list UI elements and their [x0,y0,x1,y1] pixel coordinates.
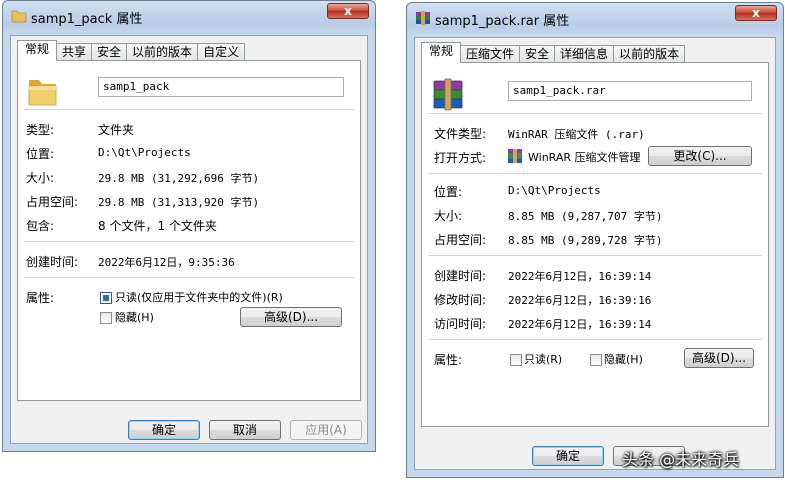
created-label: 创建时间: [26,255,79,269]
readonly-checkbox[interactable] [510,354,522,366]
contains-value: 8 个文件，1 个文件夹 [98,219,217,233]
divider [24,109,354,110]
size-value: 8.85 MB (9,287,707 字节) [508,210,663,223]
tab-customize[interactable]: 自定义 [197,43,246,61]
dialog-body: 常规 共享 安全 以前的版本 自定义 samp1_pack 类型: 文件夹 位置: D:… [10,35,368,444]
folder-icon [11,10,27,23]
archive-name-field[interactable]: samp1_pack.rar [508,81,752,101]
folder-name-field[interactable]: samp1_pack [98,77,344,97]
hidden-checkbox[interactable] [100,312,112,324]
title-bar: samp1_pack.rar 属性 x [407,3,783,33]
attributes-label: 属性: [434,353,463,367]
divider [24,241,354,242]
filetype-label: 文件类型: [434,127,487,141]
tab-strip: 常规 压缩文件 安全 详细信息 以前的版本 [421,42,686,63]
modified-value: 2022年6月12日，16:39:16 [508,294,652,307]
title-bar: samp1_pack 属性 x [3,1,375,31]
disk-size-value: 8.85 MB (9,289,728 字节) [508,234,663,247]
disk-size-label: 占用空间: [26,195,79,209]
change-button[interactable]: 更改(C)... [648,146,752,166]
disk-size-label: 占用空间: [434,233,487,247]
divider [428,339,762,340]
disk-size-value: 29.8 MB (31,313,920 字节) [98,196,260,209]
tab-security[interactable]: 安全 [519,45,556,63]
readonly-label[interactable]: 只读(R) [524,351,562,367]
close-button[interactable]: x [735,5,777,21]
location-label: 位置: [26,147,55,161]
winrar-small-icon [508,149,522,163]
tab-details[interactable]: 详细信息 [554,45,615,63]
window-title: samp1_pack.rar 属性 [435,14,570,29]
tab-archive[interactable]: 压缩文件 [460,45,521,63]
readonly-label[interactable]: 只读(仅应用于文件夹中的文件)(R) [115,289,283,305]
modified-label: 修改时间: [434,293,487,307]
location-value: D:\Qt\Projects [508,184,601,197]
openwith-value: WinRAR 压缩文件管理 [528,151,641,164]
type-value: 文件夹 [98,123,135,137]
created-label: 创建时间: [434,269,487,283]
contains-label: 包含: [26,219,55,233]
attributes-label: 属性: [26,291,55,305]
accessed-value: 2022年6月12日，16:39:14 [508,318,652,331]
advanced-button[interactable]: 高级(D)... [684,348,754,368]
divider [428,173,762,174]
type-label: 类型: [26,123,55,137]
tab-previous-versions[interactable]: 以前的版本 [126,43,199,61]
tab-sharing[interactable]: 共享 [56,43,93,61]
winrar-archive-icon [433,78,463,111]
hidden-label[interactable]: 隐藏(H) [604,351,643,367]
size-label: 大小: [434,209,463,223]
tab-previous-versions[interactable]: 以前的版本 [613,45,686,63]
divider [428,113,762,114]
created-value: 2022年6月12日，16:39:14 [508,270,652,283]
apply-button[interactable]: 应用(A) [290,420,362,440]
location-label: 位置: [434,185,463,199]
size-label: 大小: [26,171,55,185]
tab-general[interactable]: 常规 [421,42,462,63]
winrar-icon [416,11,430,25]
ok-button[interactable]: 确定 [128,420,200,440]
hidden-label[interactable]: 隐藏(H) [115,309,154,325]
openwith-label: 打开方式: [434,151,487,165]
general-panel: samp1_pack.rar 文件类型: WinRAR 压缩文件 (.rar) … [421,62,769,427]
accessed-label: 访问时间: [434,317,487,331]
location-value: D:\Qt\Projects [98,146,191,159]
cancel-button[interactable]: 取消 [209,420,281,440]
archive-properties-window: samp1_pack.rar 属性 x 常规 压缩文件 安全 详细信息 以前的版本 sa… [406,2,784,478]
large-folder-icon [28,80,57,106]
filetype-value: WinRAR 压缩文件 (.rar) [508,128,645,141]
tab-general[interactable]: 常规 [17,40,58,61]
divider [428,255,762,256]
close-button[interactable]: x [327,3,369,19]
window-title: samp1_pack 属性 [31,12,143,27]
dialog-body: 常规 压缩文件 安全 详细信息 以前的版本 samp1_pack.rar 文件类型: W… [414,37,776,470]
readonly-checkbox[interactable] [100,292,112,304]
created-value: 2022年6月12日，9:35:36 [98,256,235,269]
watermark: 头条 @未来奇兵 [622,450,740,469]
general-panel: samp1_pack 类型: 文件夹 位置: D:\Qt\Projects 大小… [17,60,361,401]
folder-properties-window: samp1_pack 属性 x 常规 共享 安全 以前的版本 自定义 samp1_pac… [2,0,376,452]
ok-button[interactable]: 确定 [532,446,604,466]
tab-security[interactable]: 安全 [91,43,128,61]
tab-strip: 常规 共享 安全 以前的版本 自定义 [17,40,246,61]
size-value: 29.8 MB (31,292,696 字节) [98,172,260,185]
advanced-button[interactable]: 高级(D)... [240,307,342,327]
divider [24,277,354,278]
hidden-checkbox[interactable] [590,354,602,366]
